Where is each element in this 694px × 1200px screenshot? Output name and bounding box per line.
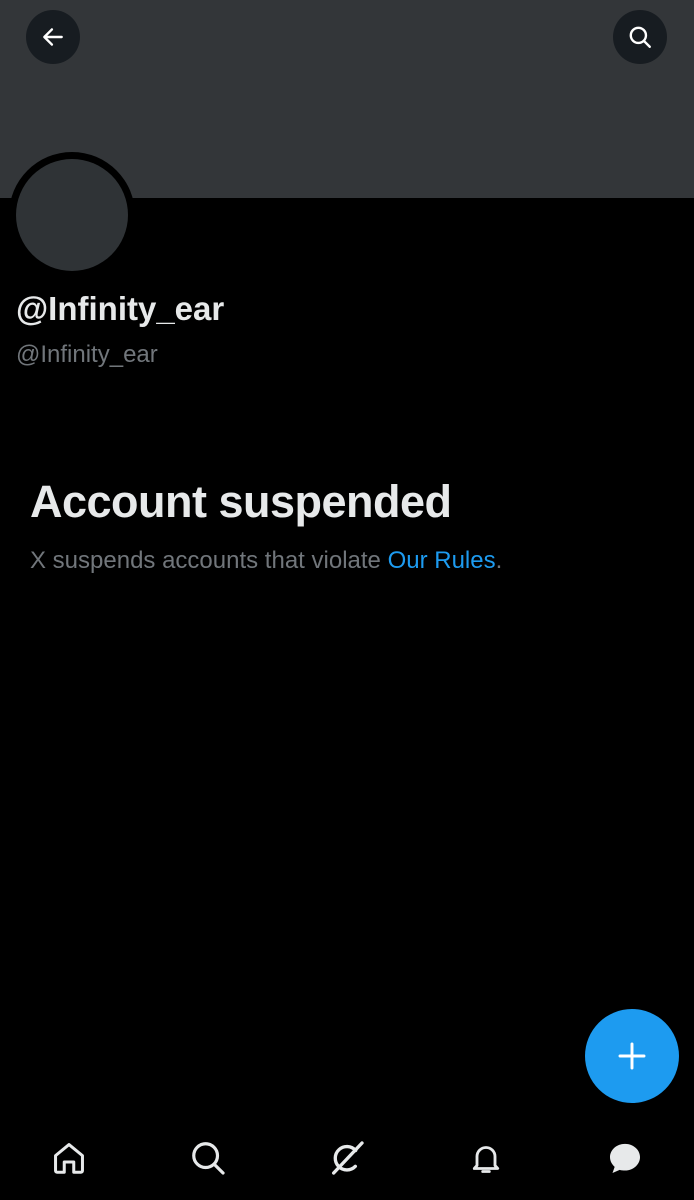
arrow-left-icon <box>43 28 63 46</box>
nav-grok[interactable] <box>325 1136 369 1180</box>
suspension-description-text: X suspends accounts that violate <box>30 547 388 574</box>
suspension-description-period: . <box>495 547 503 574</box>
plus-icon <box>618 1042 646 1070</box>
nav-home[interactable] <box>47 1136 91 1180</box>
messages-icon <box>610 1143 640 1173</box>
nav-messages[interactable] <box>603 1136 647 1180</box>
profile-handle: @Infinity_ear <box>16 341 158 368</box>
bottom-navigation <box>0 1118 694 1200</box>
home-icon <box>54 1143 84 1174</box>
avatar[interactable] <box>16 159 128 271</box>
search-icon <box>629 26 651 48</box>
nav-search[interactable] <box>186 1136 230 1180</box>
search-icon <box>192 1142 225 1175</box>
back-button[interactable] <box>26 10 80 64</box>
bell-icon <box>472 1146 500 1173</box>
suspension-description: X suspends accounts that violate Our Rul… <box>30 547 502 575</box>
profile-display-name: @Infinity_ear <box>16 290 225 327</box>
nav-notifications[interactable] <box>464 1136 508 1180</box>
suspension-title: Account suspended <box>30 476 452 527</box>
grok-icon <box>332 1141 364 1175</box>
compose-post-button[interactable] <box>585 1009 679 1103</box>
search-button[interactable] <box>613 10 667 64</box>
our-rules-link[interactable]: Our Rules <box>388 547 496 574</box>
